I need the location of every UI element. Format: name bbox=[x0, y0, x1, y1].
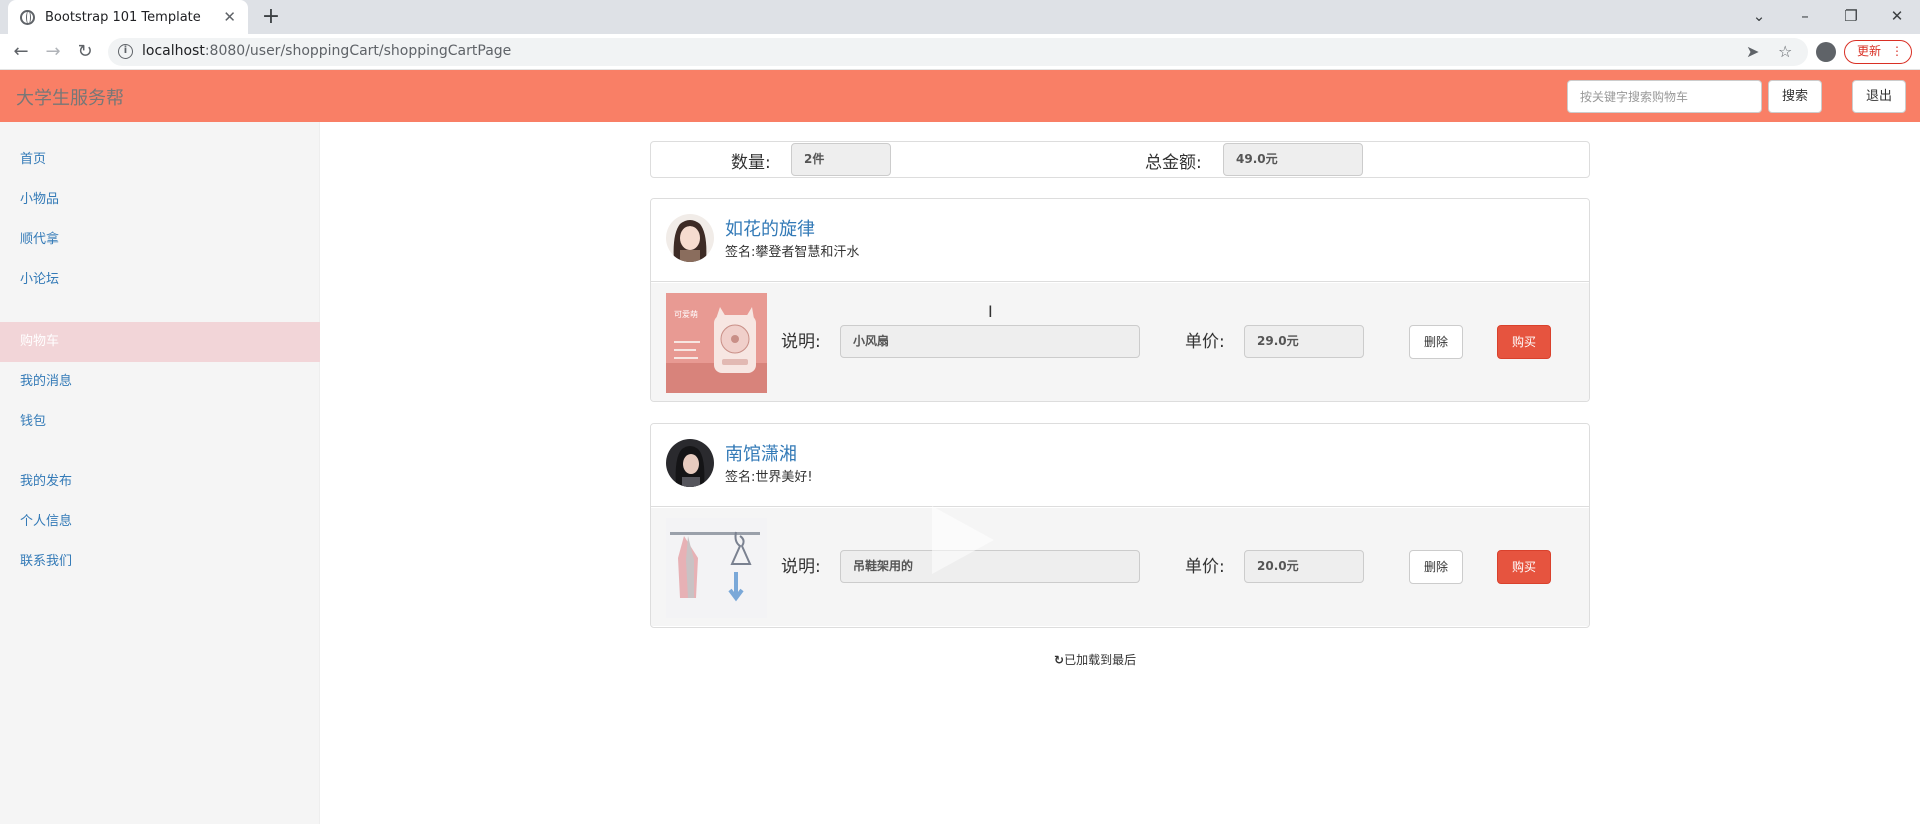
chevron-down-icon[interactable]: ⌄ bbox=[1736, 2, 1782, 30]
avatar[interactable] bbox=[666, 214, 714, 262]
sidebar-item-contact[interactable]: 联系我们 bbox=[0, 542, 320, 582]
update-button[interactable]: 更新 ⋮ bbox=[1844, 40, 1912, 64]
address-bar[interactable]: i localhost:8080/user/shoppingCart/shopp… bbox=[108, 38, 1808, 66]
product-image-caption: 可爱萌 bbox=[674, 310, 698, 319]
product-image[interactable] bbox=[666, 518, 767, 618]
buy-button[interactable]: 购买 bbox=[1497, 325, 1551, 359]
count-label: 数量: bbox=[731, 153, 771, 173]
plus-icon[interactable]: + bbox=[258, 4, 284, 30]
sidebar-item-wallet[interactable]: 钱包 bbox=[0, 402, 320, 442]
sidebar: 首页 小物品 顺代拿 小论坛 购物车 我的消息 钱包 我的发布 个人信息 联系我… bbox=[0, 122, 320, 824]
restore-icon[interactable]: ❐ bbox=[1828, 2, 1874, 30]
delete-button[interactable]: 删除 bbox=[1409, 550, 1463, 584]
forward-icon[interactable]: → bbox=[40, 39, 66, 65]
desc-label: 说明: bbox=[781, 557, 821, 577]
refresh-icon: ↻ bbox=[1054, 653, 1065, 667]
browser-tab[interactable]: Bootstrap 101 Template ✕ bbox=[8, 0, 248, 34]
kebab-icon: ⋮ bbox=[1891, 44, 1903, 58]
search-button[interactable]: 搜索 bbox=[1768, 80, 1822, 113]
seller-header: 如花的旋律 签名:攀登者智慧和汗水 bbox=[651, 199, 1589, 282]
item-body: 可爱萌 说明: 小风扇 单价: 29.0元 删除 购买 bbox=[651, 283, 1589, 401]
close-window-icon[interactable]: ✕ bbox=[1874, 2, 1920, 30]
item-body: 说明: 吊鞋架用的 单价: 20.0元 删除 购买 bbox=[651, 508, 1589, 626]
product-image[interactable]: 可爱萌 bbox=[666, 293, 767, 393]
delete-button[interactable]: 删除 bbox=[1409, 325, 1463, 359]
star-icon[interactable]: ☆ bbox=[1778, 42, 1792, 61]
minimize-icon[interactable]: – bbox=[1782, 2, 1828, 30]
browser-tabbar: Bootstrap 101 Template ✕ + ⌄ – ❐ ✕ bbox=[0, 0, 1920, 34]
cart-summary: 数量: 2件 总金额: 49.0元 bbox=[650, 141, 1590, 178]
cart-item: 如花的旋律 签名:攀登者智慧和汗水 可爱萌 说明: 小风扇 单价: 29.0元 … bbox=[650, 198, 1590, 402]
seller-header: 南馆潇湘 签名:世界美好! bbox=[651, 424, 1589, 507]
price-field: 20.0元 bbox=[1244, 550, 1364, 583]
sidebar-item-errand[interactable]: 顺代拿 bbox=[0, 220, 320, 260]
price-label: 单价: bbox=[1185, 332, 1225, 352]
profile-icon[interactable] bbox=[1816, 42, 1836, 62]
sidebar-item-goods[interactable]: 小物品 bbox=[0, 180, 320, 220]
price-label: 单价: bbox=[1185, 557, 1225, 577]
desc-label: 说明: bbox=[781, 332, 821, 352]
seller-name[interactable]: 南馆潇湘 bbox=[725, 440, 797, 466]
play-overlay-icon bbox=[932, 506, 994, 574]
sidebar-item-cart[interactable]: 购物车 bbox=[0, 322, 320, 362]
count-field: 2件 bbox=[791, 143, 891, 176]
avatar[interactable] bbox=[666, 439, 714, 487]
buy-button[interactable]: 购买 bbox=[1497, 550, 1551, 584]
app-navbar: 大学生服务帮 搜索 退出 bbox=[0, 70, 1920, 122]
cart-item: 南馆潇湘 签名:世界美好! 说明: 吊鞋架用的 单价: 20.0元 删除 购买 bbox=[650, 423, 1590, 628]
info-icon[interactable]: i bbox=[118, 44, 133, 59]
send-icon[interactable]: ➤ bbox=[1746, 42, 1759, 61]
sidebar-item-messages[interactable]: 我的消息 bbox=[0, 362, 320, 402]
url-text[interactable]: localhost:8080/user/shoppingCart/shoppin… bbox=[142, 43, 511, 59]
sidebar-item-profile[interactable]: 个人信息 bbox=[0, 502, 320, 542]
price-field: 29.0元 bbox=[1244, 325, 1364, 358]
logout-button[interactable]: 退出 bbox=[1852, 80, 1906, 113]
browser-toolbar: ← → ↻ i localhost:8080/user/shoppingCart… bbox=[0, 34, 1920, 70]
loaded-end-notice: ↻已加载到最后 bbox=[1054, 653, 1137, 667]
reload-icon[interactable]: ↻ bbox=[72, 39, 98, 65]
total-field: 49.0元 bbox=[1223, 143, 1363, 176]
desc-field: 小风扇 bbox=[840, 325, 1140, 358]
text-cursor-icon: I bbox=[988, 302, 993, 321]
globe-icon bbox=[20, 9, 35, 25]
search-input[interactable] bbox=[1567, 80, 1762, 113]
seller-signature: 签名:攀登者智慧和汗水 bbox=[725, 245, 860, 260]
sidebar-item-my-posts[interactable]: 我的发布 bbox=[0, 462, 320, 502]
back-icon[interactable]: ← bbox=[8, 39, 34, 65]
tab-title: Bootstrap 101 Template bbox=[45, 9, 201, 25]
close-icon[interactable]: ✕ bbox=[223, 8, 236, 26]
seller-name[interactable]: 如花的旋律 bbox=[725, 215, 815, 241]
seller-signature: 签名:世界美好! bbox=[725, 470, 813, 485]
sidebar-item-forum[interactable]: 小论坛 bbox=[0, 260, 320, 300]
total-label: 总金额: bbox=[1145, 153, 1202, 173]
brand-title[interactable]: 大学生服务帮 bbox=[16, 84, 124, 110]
sidebar-item-home[interactable]: 首页 bbox=[0, 140, 320, 180]
